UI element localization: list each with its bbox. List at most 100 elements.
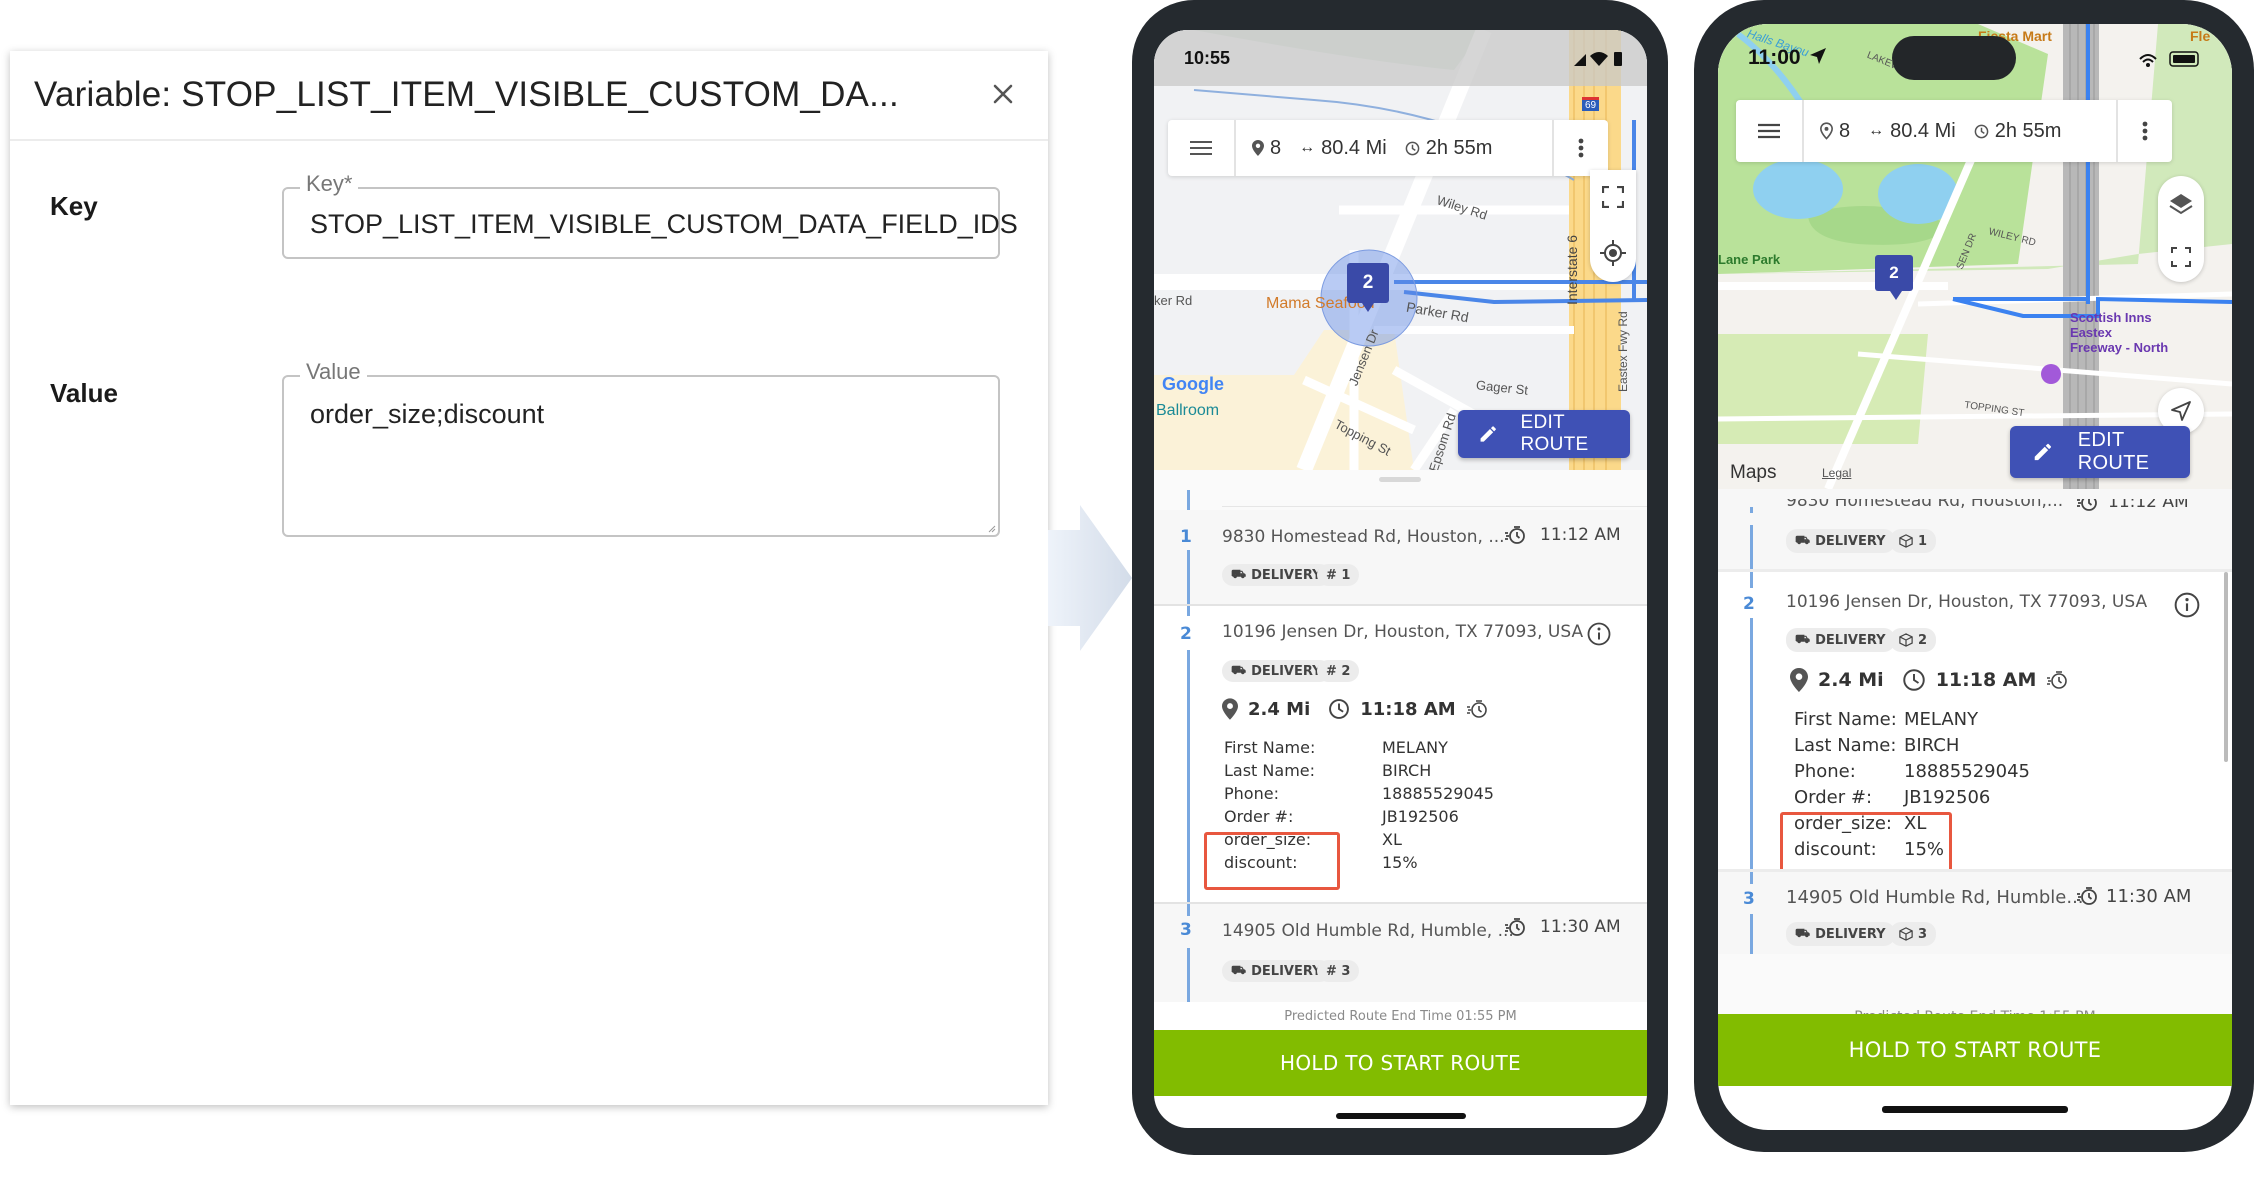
package-chip: 3 [1890,922,1937,946]
stop-number: 1 [1180,527,1192,547]
custom-field-row: Phone: 18885529045 [1224,782,1494,805]
stop-list-item-expanded[interactable]: 2 10196 Jensen Dr, Houston, TX 77093, US… [1718,572,2232,874]
stops-count-value: 8 [1270,136,1282,159]
poi-fiesta-mart-2[interactable]: Fle [2190,28,2210,44]
layers-icon[interactable] [2168,191,2194,217]
google-logo: Google [1162,374,1224,394]
my-location-icon[interactable] [1600,240,1626,266]
stop-list-item[interactable]: 1 9830 Homestead Rd, Houston, ... 11:12 … [1154,510,1647,604]
home-indicator[interactable] [1336,1113,1466,1119]
poi-scottish-inns[interactable]: Scottish Inns Eastex Freeway - North [2070,310,2168,355]
more-options-button[interactable] [1552,120,1608,176]
poi-ballroom[interactable]: Ballroom [1156,402,1219,420]
map-background [1718,24,2232,489]
more-options-button[interactable] [2116,100,2172,162]
package-count: 1 [1918,533,1928,549]
stop-meta: 2.4 Mi 11:18 AM [1222,698,1488,720]
timeline-line [1187,550,1190,604]
stop-list-item[interactable]: 3 14905 Old Humble Rd, Humble, ... 11:30… [1154,904,1647,1002]
value-textarea-value: order_size;discount [310,399,545,429]
more-vertical-icon [2142,121,2148,141]
stops-sheet: 9830 Homestead Rd, Houston,... 11:12 AM … [1718,489,2232,1037]
fullscreen-icon[interactable] [2171,247,2191,267]
arrow-right-icon [1048,505,1132,651]
android-screen: Jen ker Rd Mama Seafood Parker Rd Wiley … [1154,30,1647,1128]
variable-dialog: Variable: STOP_LIST_ITEM_VISIBLE_CUSTOM_… [10,51,1048,1105]
status-icons [2139,51,2199,67]
stop-marker-2[interactable]: 2 [1875,255,1913,300]
navigation-arrow-icon [2171,401,2191,421]
type-chip-label: DELIVERY [1251,663,1322,679]
route-distance-value: 80.4 Mi [1321,136,1387,159]
custom-field-row: Last Name: BIRCH [1224,759,1494,782]
type-chip-label: DELIVERY [1251,567,1322,583]
map-view[interactable]: Jen ker Rd Mama Seafood Parker Rd Wiley … [1154,30,1647,470]
order-chip: # 2 [1317,660,1360,682]
legal-link[interactable]: Legal [1822,466,1851,480]
sheet-grabber[interactable] [1379,477,1421,482]
edit-route-label: EDIT ROUTE [2077,429,2150,474]
timeline-line [1750,572,1753,588]
custom-field-key: Phone: [1224,784,1279,803]
value-label: Value [50,378,118,408]
stop-number: 2 [1180,624,1192,644]
stop-eta: 11:12 AM [2076,499,2189,513]
custom-field-value: 18885529045 [1382,784,1494,803]
custom-field-key: First Name: [1224,738,1316,757]
key-input-value: STOP_LIST_ITEM_VISIBLE_CUSTOM_DATA_FIELD… [310,209,1018,239]
map-view[interactable]: Fiesta Mart Fle Halls Bayou LAKEW Lane P… [1718,24,2232,489]
park-label: Lane Park [1718,252,1781,267]
order-chip: # 3 [1317,960,1360,982]
info-icon[interactable] [1587,622,1611,646]
delivery-truck-icon: ⛟ [1231,567,1247,581]
timeline-line [1187,606,1190,616]
info-icon[interactable] [2174,592,2200,618]
stop-list-item-expanded[interactable]: 2 10196 Jensen Dr, Houston, TX 77093, US… [1154,606,1647,902]
value-textarea[interactable]: Value order_size;discount [282,359,1000,537]
edit-route-button[interactable]: EDIT ROUTE [1458,410,1630,458]
ios-screen: Fiesta Mart Fle Halls Bayou LAKEW Lane P… [1718,24,2232,1130]
type-chip: ⛟ DELIVERY [1222,960,1331,982]
scrollbar[interactable] [2224,572,2228,762]
timer-icon [2077,887,2097,905]
location-pin-icon [1790,668,1808,692]
stop-list-item[interactable]: 9830 Homestead Rd, Houston,... 11:12 AM … [1718,489,2232,569]
stop-marker-2[interactable]: 2 [1347,263,1389,312]
stop-address: 9830 Homestead Rd, Houston, ... [1222,527,1505,547]
fullscreen-icon[interactable] [1602,186,1624,208]
hold-to-start-route-button[interactable]: HOLD TO START ROUTE [1154,1030,1647,1096]
key-input[interactable]: Key* STOP_LIST_ITEM_VISIBLE_CUSTOM_DATA_… [282,171,1018,259]
stop-eta-time: 11:18 AM [1360,698,1456,720]
stops-count-value: 8 [1839,119,1851,142]
more-vertical-icon [1578,138,1584,158]
menu-button[interactable] [1736,100,1804,162]
delivery-truck-icon: ⛟ [1795,533,1811,547]
stop-eta-time: 11:30 AM [1540,917,1621,937]
close-icon[interactable] [986,77,1020,111]
edit-route-button[interactable]: EDIT ROUTE [2010,426,2190,478]
stop-eta: 11:30 AM [2076,885,2191,907]
route-duration-value: 2h 55m [1425,136,1493,159]
map-controls [1590,170,1636,282]
value-textarea-legend: Value [300,359,367,385]
stop-address: 10196 Jensen Dr, Houston, TX 77093, USA [1222,622,1584,642]
route-distance: ↔ 80.4 Mi [1299,137,1387,160]
type-chip: ⛟ DELIVERY [1786,628,1895,652]
location-pin-icon [1252,140,1264,156]
stop-eta-time: 11:30 AM [2106,885,2192,907]
custom-field-value: JB192506 [1382,807,1459,826]
hold-to-start-route-button[interactable]: HOLD TO START ROUTE [1718,1014,2232,1086]
dialog-title: Variable: STOP_LIST_ITEM_VISIBLE_CUSTOM_… [34,75,899,114]
custom-field-row: Order #: JB192506 [1794,785,2030,811]
stops-count: 8 [1820,120,1850,143]
hamburger-icon [1758,123,1780,139]
apple-maps-logo: Maps [1730,462,1776,484]
resize-grip-icon[interactable] [986,523,996,533]
menu-button[interactable] [1168,120,1236,176]
stop-list-item[interactable]: 3 14905 Old Humble Rd, Humble... 11:30 A… [1718,872,2232,954]
timeline-line [1750,914,1753,954]
edit-route-label: EDIT ROUTE [1520,412,1589,455]
custom-field-row: First Name: MELANY [1224,736,1494,759]
home-indicator[interactable] [1882,1106,2068,1113]
timeline-line [1750,507,1753,513]
